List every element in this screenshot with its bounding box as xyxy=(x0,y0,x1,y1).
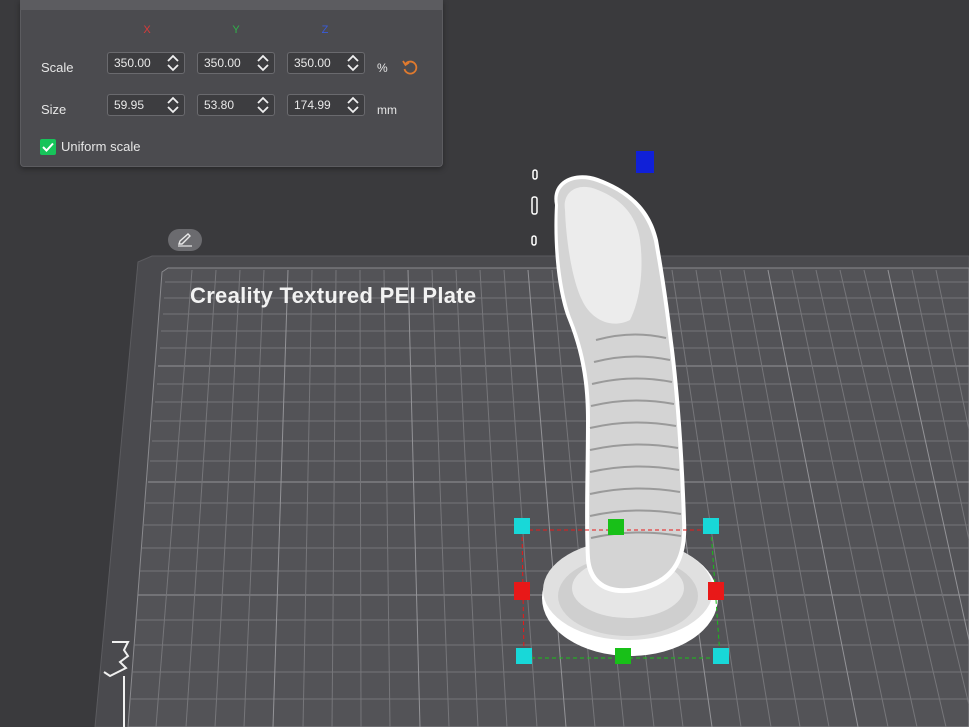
scale-label: Scale xyxy=(41,60,74,75)
y-axis-handle[interactable] xyxy=(615,648,631,664)
stepper-arrows-icon[interactable] xyxy=(166,54,180,72)
stepper-arrows-icon[interactable] xyxy=(166,96,180,114)
uniform-scale-label[interactable]: Uniform scale xyxy=(61,139,140,154)
size-y-value: 53.80 xyxy=(204,98,235,112)
x-axis-handle[interactable] xyxy=(708,582,724,600)
checkmark-icon xyxy=(42,142,54,152)
size-label: Size xyxy=(41,102,67,117)
stepper-arrows-icon[interactable] xyxy=(346,96,360,114)
corner-handle[interactable] xyxy=(703,518,719,534)
stepper-arrows-icon[interactable] xyxy=(256,96,270,114)
corner-handle[interactable] xyxy=(713,648,729,664)
stepper-arrows-icon[interactable] xyxy=(346,54,360,72)
axis-header-z: Z xyxy=(321,24,329,36)
size-x-value: 59.95 xyxy=(114,98,145,112)
corner-handle[interactable] xyxy=(516,648,532,664)
scale-y-stepper[interactable]: 350.00 xyxy=(197,52,275,74)
size-z-value: 174.99 xyxy=(294,98,331,112)
panel-header xyxy=(21,0,442,10)
x-axis-handle[interactable] xyxy=(514,582,530,600)
axis-header-y: Y xyxy=(232,24,240,36)
scale-x-stepper[interactable]: 350.00 xyxy=(107,52,185,74)
scale-panel: X Y Z Scale 350.00 350.00 350.00 % Size … xyxy=(20,0,443,167)
scale-z-stepper[interactable]: 350.00 xyxy=(287,52,365,74)
size-z-stepper[interactable]: 174.99 xyxy=(287,94,365,116)
y-axis-handle[interactable] xyxy=(608,519,624,535)
size-y-stepper[interactable]: 53.80 xyxy=(197,94,275,116)
stepper-arrows-icon[interactable] xyxy=(256,54,270,72)
corner-handle[interactable] xyxy=(514,518,530,534)
scale-unit: % xyxy=(377,61,388,75)
scale-x-value: 350.00 xyxy=(114,56,151,70)
reset-rotate-icon[interactable] xyxy=(401,58,419,76)
size-x-stepper[interactable]: 59.95 xyxy=(107,94,185,116)
height-ruler xyxy=(531,169,538,246)
plate-title: Creality Textured PEI Plate xyxy=(190,283,477,308)
size-unit: mm xyxy=(377,103,397,117)
uniform-scale-checkbox[interactable] xyxy=(40,139,56,155)
scale-y-value: 350.00 xyxy=(204,56,241,70)
scale-z-value: 350.00 xyxy=(294,56,331,70)
axis-header-x: X xyxy=(143,24,151,36)
z-axis-handle[interactable] xyxy=(636,151,654,173)
pencil-icon[interactable] xyxy=(168,229,202,251)
